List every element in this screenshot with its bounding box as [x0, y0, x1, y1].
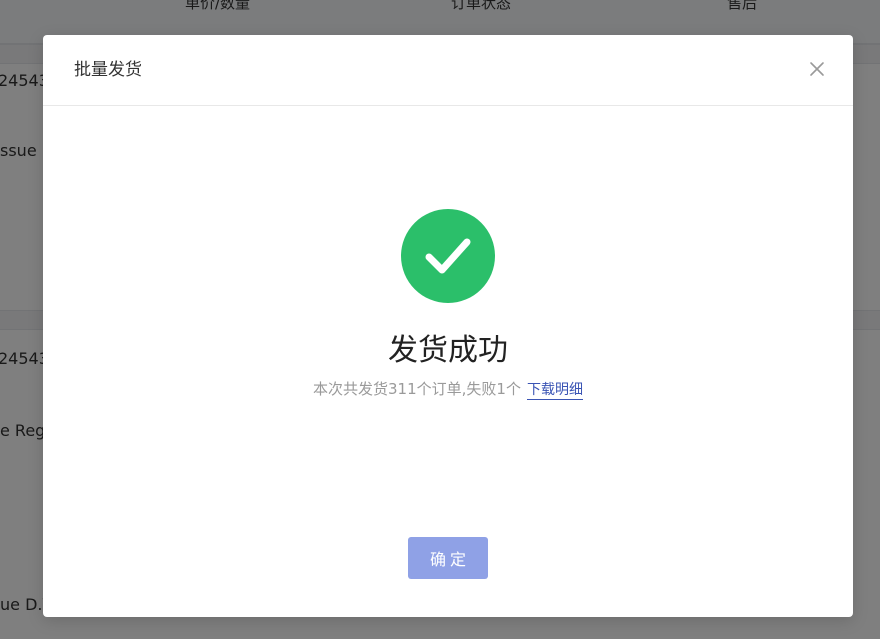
dialog-header: 批量发货: [43, 35, 853, 106]
close-icon-graphic: [810, 62, 824, 76]
close-icon[interactable]: [807, 59, 827, 79]
download-details-link[interactable]: 下载明细: [526, 382, 583, 400]
result-summary-text: 本次共发货311个订单,失败1个: [313, 380, 521, 398]
confirm-button[interactable]: 确定: [408, 537, 488, 579]
result-title: 发货成功: [388, 333, 508, 368]
check-circle-icon: [401, 209, 495, 303]
result-description: 本次共发货311个订单,失败1个 下载明细: [43, 378, 853, 401]
dialog-title: 批量发货: [74, 60, 142, 80]
batch-ship-dialog: 批量发货 发货成功 本次共发货311个订单,失败1个 下载明细 确定: [43, 35, 853, 617]
